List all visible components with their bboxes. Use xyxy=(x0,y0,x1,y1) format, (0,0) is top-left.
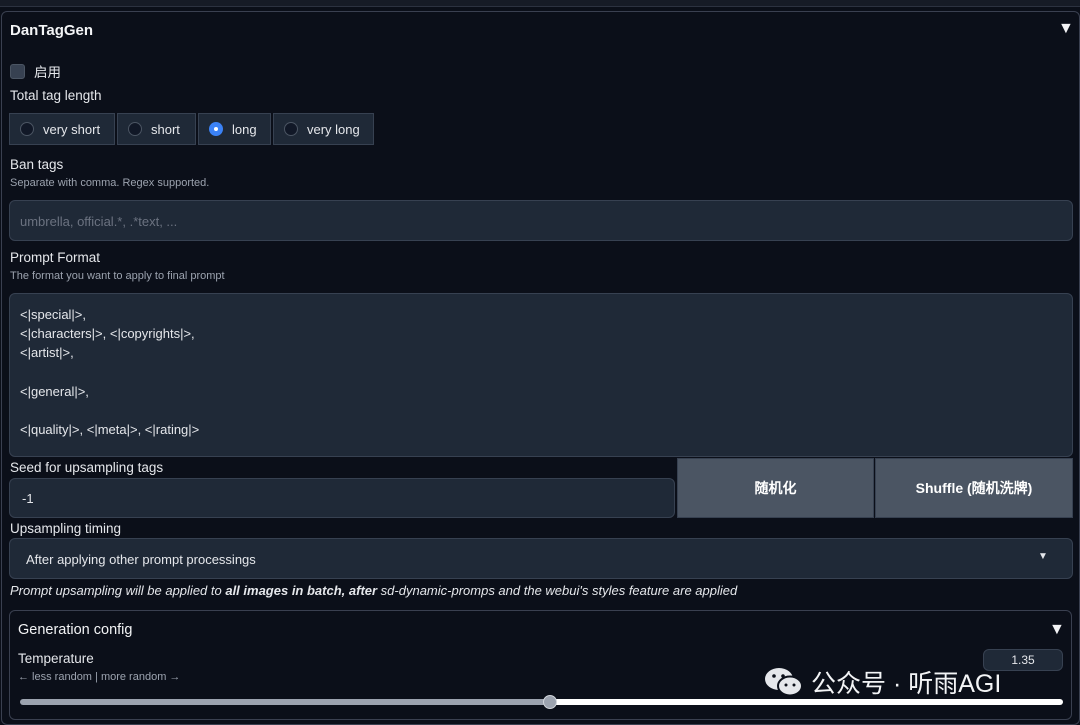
radio-label: short xyxy=(151,121,180,137)
radio-dot-selected-icon xyxy=(209,122,223,136)
radio-very-long[interactable]: very long xyxy=(273,113,374,145)
top-strip xyxy=(0,0,1080,7)
randomize-button[interactable]: 随机化 xyxy=(677,458,874,518)
generation-collapse-triangle-icon[interactable]: ▼ xyxy=(1049,621,1065,639)
panel-title[interactable]: DanTagGen xyxy=(10,22,93,39)
note-prefix: Prompt upsampling will be applied to xyxy=(10,583,226,598)
radio-label: very short xyxy=(43,121,101,137)
tag-length-label: Total tag length xyxy=(10,88,102,103)
tag-length-radio-group: very short short long very long xyxy=(9,113,374,147)
watermark: 公众号 · 听雨AGI xyxy=(763,664,1001,700)
enable-checkbox-row[interactable]: 启用 xyxy=(10,61,61,81)
temperature-label: Temperature xyxy=(18,651,94,666)
seed-label: Seed for upsampling tags xyxy=(10,460,164,475)
generation-config-title[interactable]: Generation config xyxy=(18,622,132,638)
watermark-text: 公众号 · 听雨AGI xyxy=(811,670,1002,698)
prompt-format-hint: The format you want to apply to final pr… xyxy=(10,270,225,282)
note-suffix: sd-dynamic-promps and the webui's styles… xyxy=(377,583,738,598)
radio-label: very long xyxy=(307,121,360,137)
radio-long[interactable]: long xyxy=(198,113,271,145)
radio-dot-icon xyxy=(128,122,142,136)
note-bold: all images in batch, after xyxy=(225,583,378,598)
radio-very-short[interactable]: very short xyxy=(9,113,115,145)
radio-dot-icon xyxy=(284,122,298,136)
prompt-format-label: Prompt Format xyxy=(10,250,101,265)
enable-checkbox[interactable] xyxy=(10,63,25,79)
seed-value: -1 xyxy=(22,491,34,506)
radio-label: long xyxy=(232,121,257,137)
caret-down-icon[interactable]: ▼ xyxy=(1038,551,1048,562)
timing-selected: After applying other prompt processings xyxy=(26,552,256,567)
ban-tags-hint: Separate with comma. Regex supported. xyxy=(10,177,210,189)
radio-dot-icon xyxy=(20,122,34,136)
temperature-slider-thumb[interactable] xyxy=(542,695,557,709)
timing-note: Prompt upsampling will be applied to all… xyxy=(10,583,737,598)
timing-label: Upsampling timing xyxy=(10,521,122,536)
prompt-format-textarea[interactable]: <|special|>, <|characters|>, <|copyright… xyxy=(9,293,1073,457)
timing-dropdown[interactable]: After applying other prompt processings … xyxy=(9,538,1073,579)
prompt-format-text: <|special|>, <|characters|>, <|copyright… xyxy=(20,307,200,438)
wechat-icon xyxy=(765,668,803,697)
collapse-triangle-icon[interactable]: ▼ xyxy=(1058,20,1074,38)
shuffle-button[interactable]: Shuffle (随机洗牌) xyxy=(875,458,1073,518)
ban-tags-input[interactable]: umbrella, official.*, .*text, ... xyxy=(9,200,1073,241)
radio-short[interactable]: short xyxy=(117,113,196,145)
seed-input[interactable]: -1 xyxy=(9,478,675,518)
ban-tags-label: Ban tags xyxy=(10,157,64,172)
temperature-hint: ← less random | more random → xyxy=(18,671,181,683)
enable-label: 启用 xyxy=(34,65,61,80)
ban-tags-placeholder: umbrella, official.*, .*text, ... xyxy=(20,214,178,229)
